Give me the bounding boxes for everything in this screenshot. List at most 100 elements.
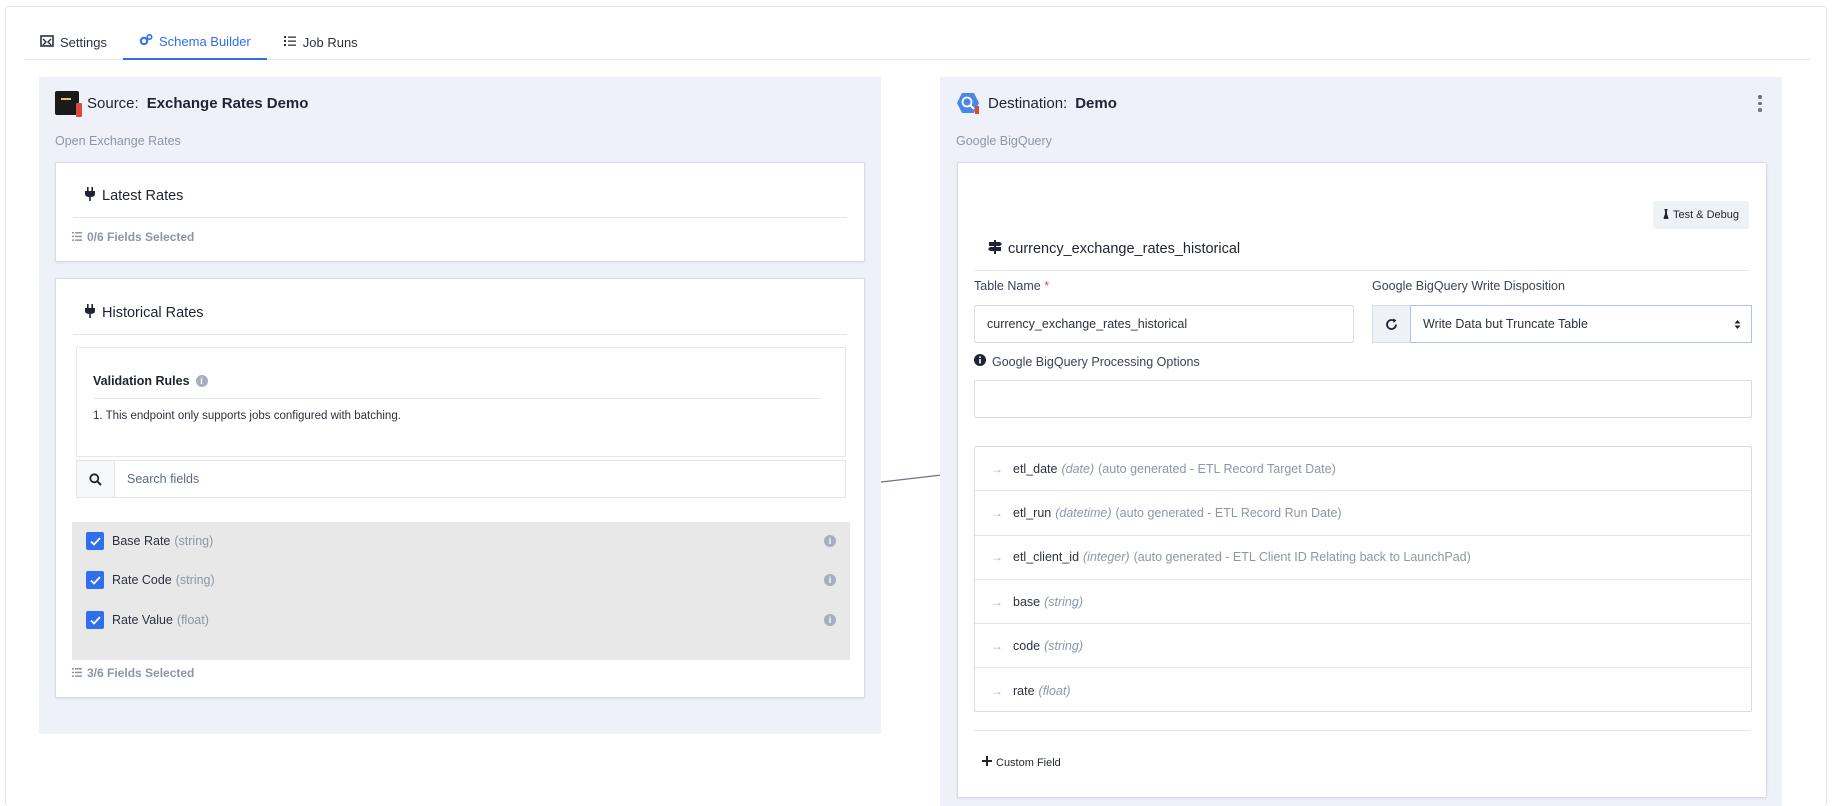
validation-rule: 1. This endpoint only supports jobs conf… bbox=[93, 410, 401, 422]
source-header: Source: Exchange Rates Demo bbox=[55, 91, 309, 117]
tab-label: Schema Builder bbox=[158, 33, 251, 49]
refresh-button[interactable] bbox=[1372, 305, 1410, 343]
plug-icon bbox=[84, 304, 96, 322]
dest-field-name: code bbox=[1013, 638, 1041, 653]
search-icon bbox=[89, 472, 102, 486]
destination-header: Destination: Demo bbox=[956, 91, 1117, 115]
plug-icon bbox=[84, 187, 96, 205]
dest-field-type: (string) bbox=[1044, 638, 1084, 653]
exchange-rates-logo-icon bbox=[55, 91, 82, 117]
check-icon bbox=[89, 615, 101, 625]
processing-options-input[interactable] bbox=[974, 380, 1752, 418]
dest-field-row[interactable]: → base (string) bbox=[975, 580, 1751, 625]
source-panel: Source: Exchange Rates Demo Open Exchang… bbox=[39, 77, 881, 734]
destination-fields-list: → etl_date (date) (auto generated - ETL … bbox=[974, 446, 1752, 712]
check-icon bbox=[89, 536, 101, 546]
tab-job-runs[interactable]: Job Runs bbox=[267, 24, 374, 60]
list-icon bbox=[283, 34, 297, 51]
write-disposition-select[interactable]: Write Data but Truncate Table bbox=[1410, 305, 1752, 343]
field-checkbox[interactable] bbox=[86, 571, 104, 589]
processing-options-label: Google BigQuery Processing Options bbox=[974, 354, 1200, 369]
divider bbox=[974, 730, 1750, 731]
write-disposition-label: Google BigQuery Write Disposition bbox=[1372, 279, 1565, 293]
endpoint-title-label: Latest Rates bbox=[102, 188, 184, 204]
source-fields-list: Base Rate (string) i Rate Code (string) … bbox=[72, 522, 850, 660]
dest-field-row[interactable]: → rate (float) bbox=[975, 668, 1751, 712]
destination-prefix: Destination: bbox=[988, 94, 1068, 112]
table-name-input[interactable]: currency_exchange_rates_historical bbox=[974, 305, 1354, 343]
dest-field-note: (auto generated - ETL Record Run Date) bbox=[1115, 505, 1342, 520]
processing-options-label-text: Google BigQuery Processing Options bbox=[992, 354, 1200, 369]
dest-field-type: (date) bbox=[1061, 461, 1095, 476]
endpoint-title: Historical Rates bbox=[84, 304, 204, 322]
dest-field-name: etl_run bbox=[1013, 505, 1052, 520]
arrow-right-icon: → bbox=[991, 461, 1003, 476]
tab-bar: Settings Schema Builder Job Runs bbox=[24, 24, 1810, 60]
dest-field-name: etl_date bbox=[1013, 461, 1058, 476]
info-icon[interactable]: i bbox=[824, 614, 836, 626]
field-row-rate-code[interactable]: Rate Code (string) i bbox=[86, 568, 836, 592]
endpoint-card-latest-rates[interactable]: Latest Rates 0/6 Fields Selected bbox=[55, 162, 865, 262]
arrow-right-icon: → bbox=[991, 683, 1003, 698]
table-name-label-text: Table Name bbox=[974, 279, 1041, 293]
list-icon bbox=[72, 666, 82, 680]
field-type: (float) bbox=[176, 613, 209, 627]
dest-field-type: (float) bbox=[1038, 683, 1071, 698]
flask-icon bbox=[1663, 208, 1669, 222]
table-name-label: Table Name * bbox=[974, 279, 1049, 293]
dest-field-type: (string) bbox=[1044, 594, 1084, 609]
cogs-icon bbox=[139, 33, 153, 50]
info-icon[interactable]: i bbox=[195, 375, 208, 387]
settings-icon bbox=[40, 34, 54, 51]
dest-field-note: (auto generated - ETL Record Target Date… bbox=[1098, 461, 1336, 476]
field-search bbox=[76, 460, 846, 498]
info-icon[interactable]: i bbox=[824, 535, 836, 547]
list-icon bbox=[72, 230, 82, 244]
dest-field-name: rate bbox=[1013, 683, 1035, 698]
dest-field-row[interactable]: → etl_client_id (integer) (auto generate… bbox=[975, 536, 1751, 580]
tab-label: Settings bbox=[60, 34, 107, 50]
required-marker: * bbox=[1044, 279, 1050, 293]
more-options-icon[interactable] bbox=[1758, 95, 1762, 112]
dest-field-row[interactable]: → code (string) bbox=[975, 624, 1751, 669]
endpoint-card-historical-rates: Historical Rates Validation Rules i 1. T… bbox=[55, 278, 865, 698]
field-checkbox[interactable] bbox=[86, 611, 104, 629]
source-subtitle: Open Exchange Rates bbox=[55, 134, 181, 148]
field-checkbox[interactable] bbox=[86, 532, 104, 550]
dest-field-name: base bbox=[1013, 594, 1041, 609]
sort-caret-icon bbox=[1734, 319, 1741, 329]
dest-field-note: (auto generated - ETL Client ID Relating… bbox=[1133, 550, 1471, 565]
field-row-base-rate[interactable]: Base Rate (string) i bbox=[86, 529, 836, 553]
tab-settings[interactable]: Settings bbox=[24, 24, 123, 60]
field-name: Base Rate bbox=[112, 534, 171, 548]
search-input[interactable] bbox=[115, 461, 845, 497]
refresh-icon bbox=[1386, 318, 1397, 330]
dest-field-row[interactable]: → etl_date (date) (auto generated - ETL … bbox=[975, 447, 1751, 492]
fields-selected-count[interactable]: 3/6 Fields Selected bbox=[72, 666, 194, 680]
divider bbox=[73, 217, 847, 218]
fields-selected-count[interactable]: 0/6 Fields Selected bbox=[72, 230, 194, 244]
arrow-right-icon: → bbox=[991, 638, 1003, 653]
field-type: (string) bbox=[174, 534, 214, 548]
table-title-label: currency_exchange_rates_historical bbox=[1008, 241, 1241, 257]
source-name: Exchange Rates Demo bbox=[146, 94, 309, 112]
add-custom-field-button[interactable]: Custom Field bbox=[982, 756, 1061, 769]
dest-field-type: (datetime) bbox=[1055, 505, 1112, 520]
test-debug-label: Test & Debug bbox=[1672, 209, 1739, 221]
info-icon[interactable]: i bbox=[824, 574, 836, 586]
validation-title: Validation Rules i bbox=[93, 374, 208, 388]
test-debug-button[interactable]: Test & Debug bbox=[1652, 201, 1749, 229]
arrow-right-icon: → bbox=[991, 505, 1003, 520]
tab-schema-builder[interactable]: Schema Builder bbox=[122, 24, 267, 60]
custom-field-label: Custom Field bbox=[996, 756, 1061, 769]
dest-field-type: (integer) bbox=[1083, 550, 1130, 565]
field-name: Rate Value bbox=[112, 613, 173, 627]
info-circle-icon bbox=[974, 354, 986, 369]
validation-rules-box: Validation Rules i 1. This endpoint only… bbox=[76, 347, 846, 457]
search-button[interactable] bbox=[77, 461, 115, 497]
destination-table-card: Test & Debug currency_exchange_rates_his… bbox=[957, 162, 1767, 798]
divider bbox=[975, 270, 1749, 271]
dest-field-row[interactable]: → etl_run (datetime) (auto generated - E… bbox=[975, 491, 1751, 536]
field-row-rate-value[interactable]: Rate Value (float) i bbox=[86, 608, 836, 632]
table-title: currency_exchange_rates_historical bbox=[988, 240, 1240, 258]
